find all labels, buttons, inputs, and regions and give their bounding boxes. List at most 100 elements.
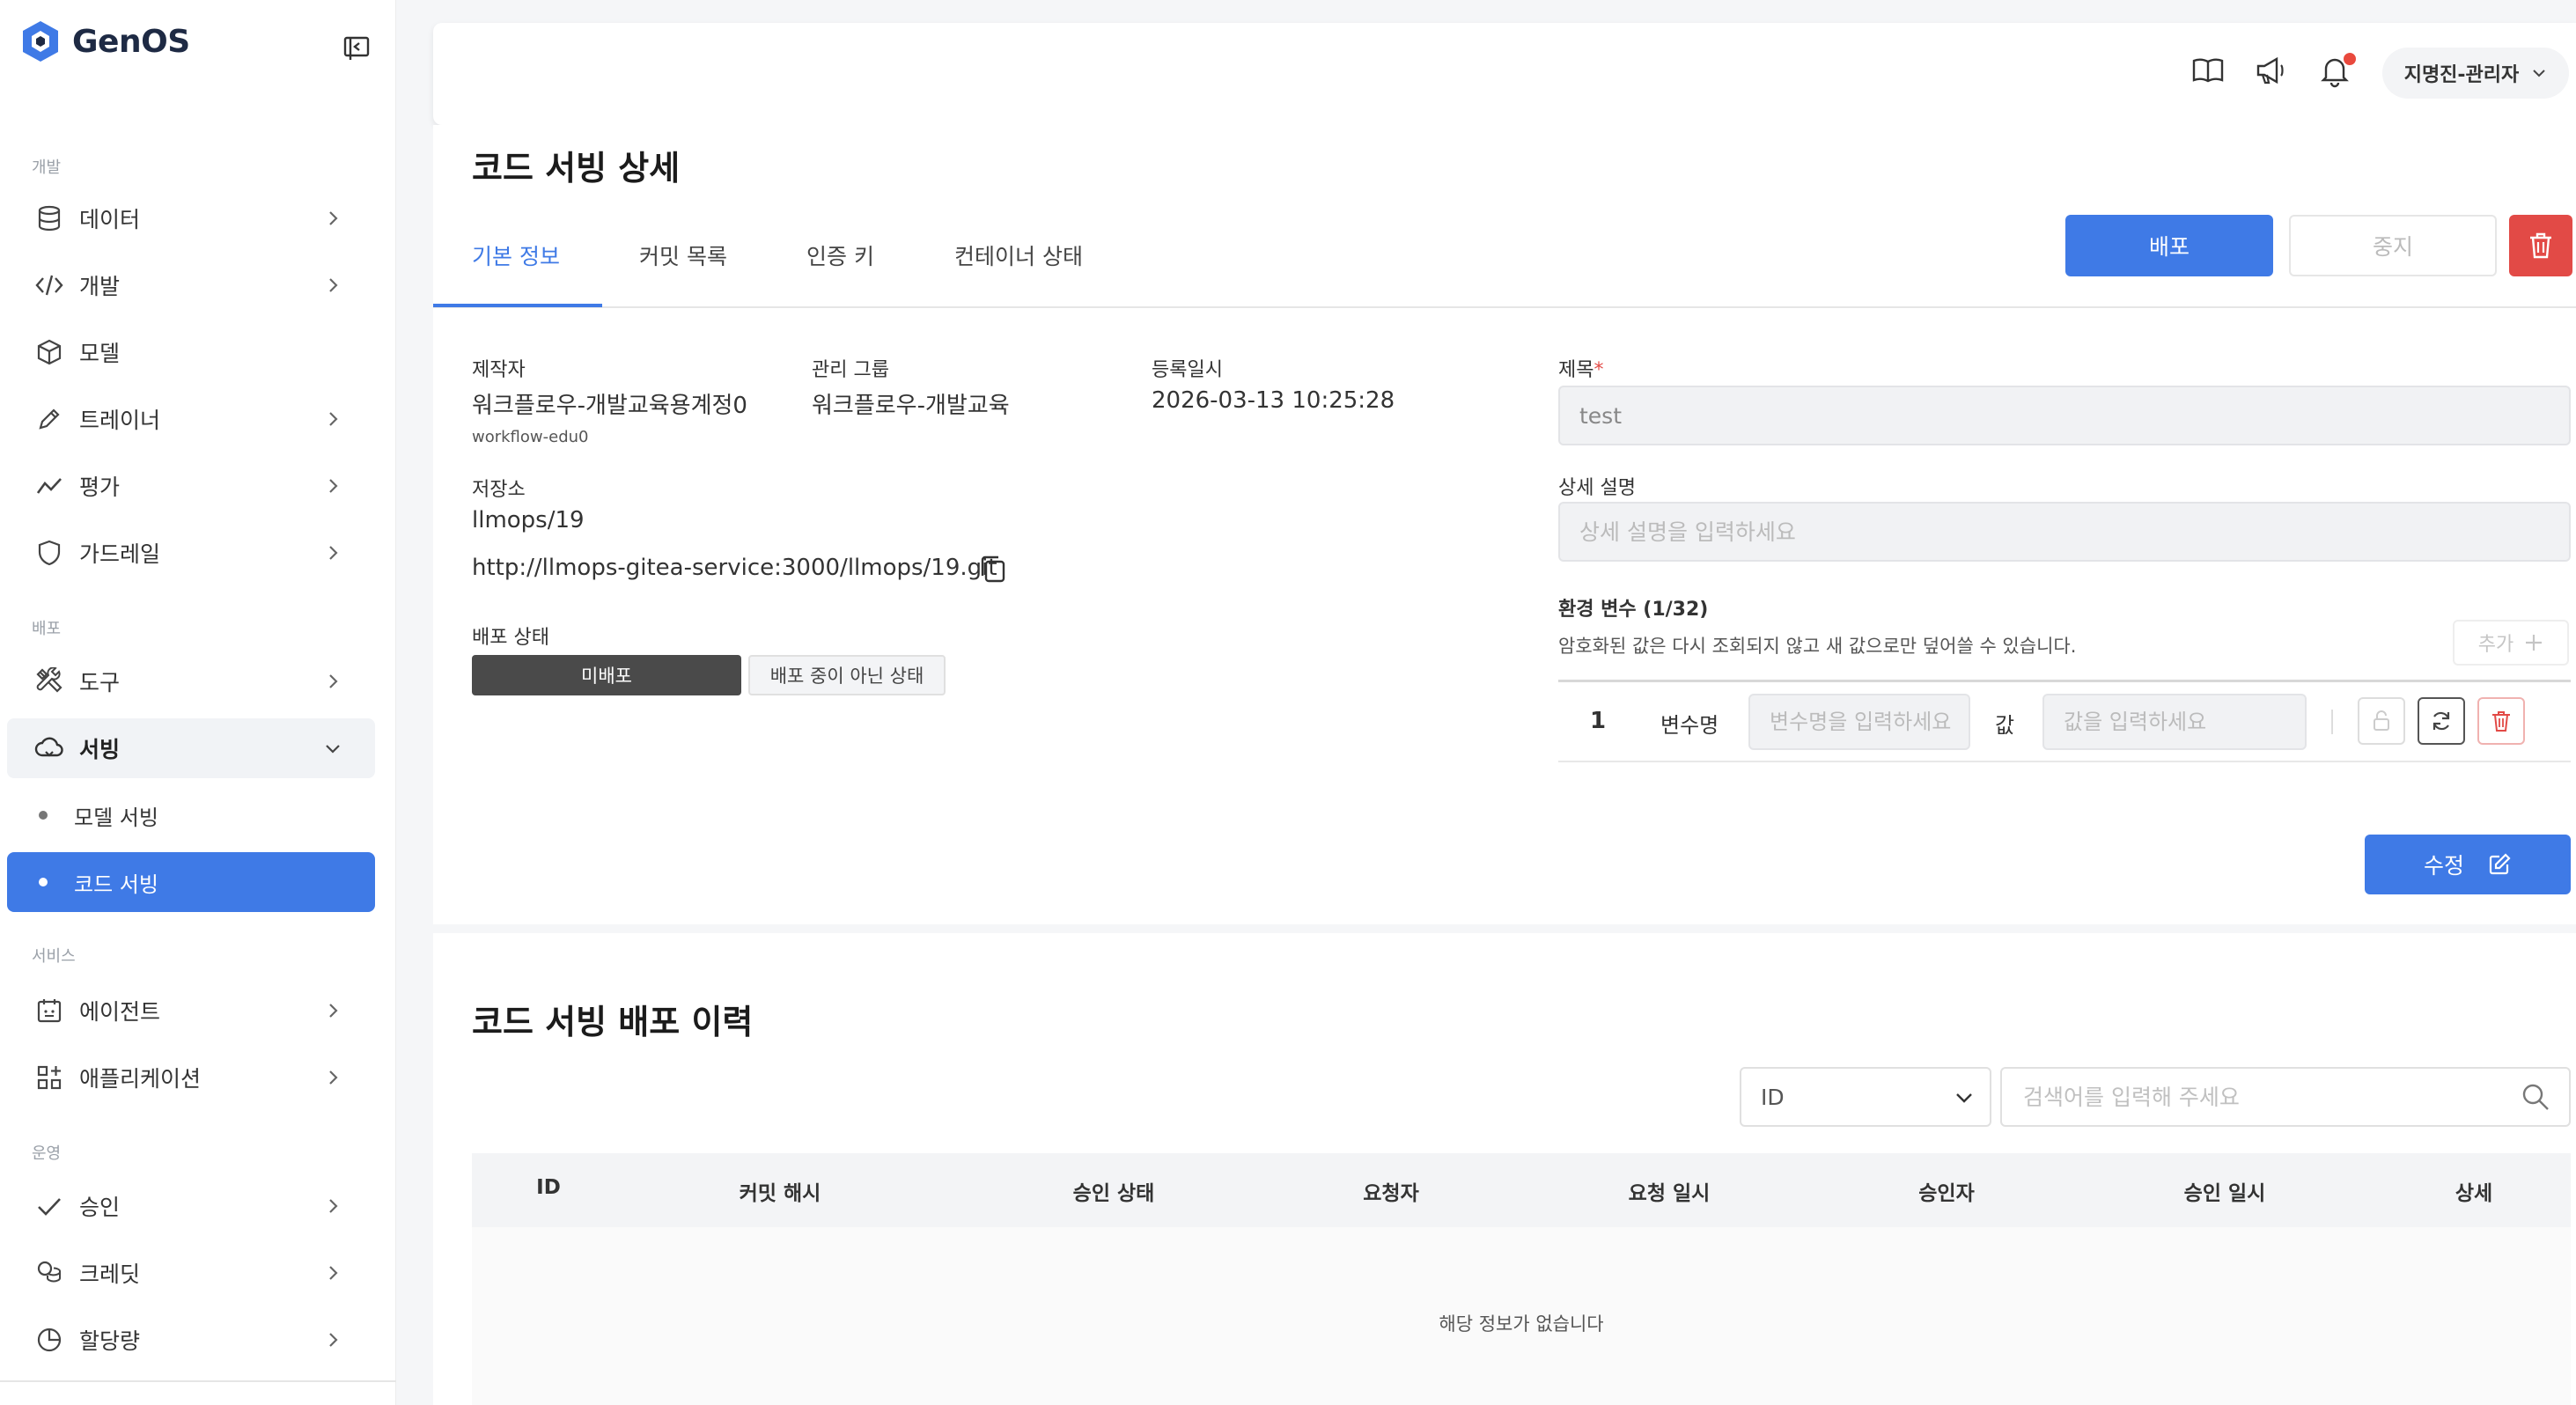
- trash-icon: [2530, 232, 2551, 259]
- env-table-top-border: [1558, 680, 2571, 682]
- bullet-icon: [39, 878, 48, 886]
- chevron-right-icon: [329, 479, 338, 493]
- tab-basic-info[interactable]: 기본 정보: [472, 239, 560, 271]
- nav-tools[interactable]: 도구: [7, 651, 375, 711]
- nav-sub-code-serving[interactable]: 코드 서빙: [7, 852, 375, 912]
- empty-state-text: 해당 정보가 없습니다: [1439, 1313, 1604, 1335]
- col-id[interactable]: ID: [536, 1176, 561, 1199]
- pencil-icon: [33, 403, 65, 435]
- copy-icon[interactable]: [977, 553, 1009, 585]
- repo-value: llmops/19: [472, 507, 585, 533]
- chevron-right-icon: [329, 1199, 338, 1213]
- stop-button[interactable]: 중지: [2289, 215, 2497, 276]
- collapse-sidebar-icon[interactable]: [342, 33, 372, 63]
- shield-icon: [33, 537, 65, 569]
- col-commit-hash[interactable]: 커밋 해시: [740, 1176, 821, 1206]
- user-menu-button[interactable]: 지명진-관리자: [2382, 48, 2569, 99]
- description-input[interactable]: [1558, 502, 2571, 562]
- chevron-down-icon: [2533, 70, 2545, 77]
- encrypt-button[interactable]: [2358, 697, 2405, 745]
- section-ops: 운영: [32, 1144, 62, 1163]
- chevron-right-icon: [329, 674, 338, 688]
- nav-develop[interactable]: 개발: [7, 255, 375, 315]
- chevron-down-icon: [326, 745, 340, 754]
- history-search-input[interactable]: [2000, 1067, 2571, 1127]
- nav-application[interactable]: 애플리케이션: [7, 1048, 375, 1107]
- group-value: 워크플로우-개발교육: [812, 393, 1010, 419]
- env-label: 환경 변수 (1/32): [1558, 599, 1709, 621]
- var-value-label: 값: [1995, 713, 2015, 738]
- pie-chart-icon: [33, 1324, 65, 1356]
- nav-guardrail[interactable]: 가드레일: [7, 523, 375, 583]
- nav-quota[interactable]: 할당량: [7, 1310, 375, 1370]
- deploy-status-label: 배포 상태: [472, 627, 549, 649]
- nav-model[interactable]: 모델: [7, 322, 375, 382]
- tab-commits[interactable]: 커밋 목록: [639, 239, 727, 271]
- env-table-bottom-border: [1558, 761, 2571, 762]
- var-value-input[interactable]: [2042, 694, 2307, 750]
- deploy-status-badge: 미배포: [472, 655, 741, 695]
- nav-sub-model-serving[interactable]: 모델 서빙: [7, 785, 375, 845]
- tab-container-status[interactable]: 컨테이너 상태: [954, 239, 1083, 271]
- nav-agent[interactable]: 에이전트: [7, 981, 375, 1041]
- col-approver[interactable]: 승인자: [1918, 1176, 1974, 1206]
- cloud-icon: [33, 732, 65, 764]
- creator-value: 워크플로우-개발교육용계정0: [472, 393, 747, 419]
- coins-icon: [33, 1257, 65, 1289]
- chevron-right-icon: [329, 1266, 338, 1280]
- tabs-divider: [433, 306, 2576, 308]
- database-icon: [33, 202, 65, 234]
- chevron-right-icon: [329, 1070, 338, 1085]
- chevron-right-icon: [329, 412, 338, 426]
- lock-open-icon: [2374, 710, 2389, 731]
- col-requester[interactable]: 요청자: [1363, 1176, 1418, 1206]
- search-icon[interactable]: [2520, 1081, 2551, 1113]
- var-name-input[interactable]: [1748, 694, 1970, 750]
- chevron-right-icon: [329, 546, 338, 560]
- book-icon[interactable]: [2190, 53, 2226, 88]
- trash-icon: [2492, 711, 2510, 732]
- creator-id: workflow-edu0: [472, 428, 589, 446]
- nav-credit[interactable]: 크레딧: [7, 1243, 375, 1303]
- sidebar: GenOS 개발 데이터 개발 모델 트레이너 평가 가드레일 배포 도구 서빙…: [0, 0, 396, 1405]
- nav-trainer[interactable]: 트레이너: [7, 389, 375, 449]
- nav-serving[interactable]: 서빙: [7, 718, 375, 778]
- nav-eval[interactable]: 평가: [7, 456, 375, 516]
- tab-auth-key[interactable]: 인증 키: [806, 239, 874, 271]
- apps-icon: [33, 1062, 65, 1093]
- col-request-date[interactable]: 요청 일시: [1629, 1176, 1711, 1206]
- sidebar-divider: [0, 1380, 396, 1382]
- creator-label: 제작자: [472, 359, 526, 381]
- deploy-button[interactable]: 배포: [2065, 215, 2273, 276]
- date-label: 등록일시: [1152, 359, 1223, 381]
- code-icon: [33, 269, 65, 301]
- chevron-right-icon: [329, 278, 338, 292]
- section-deploy: 배포: [32, 620, 62, 638]
- megaphone-icon[interactable]: [2254, 53, 2289, 88]
- user-name: 지명진-관리자: [2403, 64, 2520, 86]
- col-approval-status[interactable]: 승인 상태: [1073, 1176, 1155, 1206]
- add-env-button[interactable]: 추가: [2453, 620, 2569, 666]
- var-name-label: 변수명: [1660, 713, 1719, 738]
- calendar-icon: [33, 995, 65, 1026]
- logo[interactable]: GenOS: [19, 19, 190, 63]
- chevron-down-icon: [1956, 1093, 1972, 1103]
- search-field-select[interactable]: ID: [1740, 1067, 1991, 1127]
- trend-icon: [33, 470, 65, 502]
- edit-button[interactable]: 수정: [2365, 835, 2571, 894]
- delete-button[interactable]: [2509, 215, 2572, 276]
- genos-logo-icon: [23, 21, 58, 62]
- tab-active-indicator: [433, 304, 602, 307]
- delete-env-button[interactable]: [2477, 697, 2525, 745]
- env-separator: [2331, 710, 2333, 734]
- nav-approval[interactable]: 승인: [7, 1176, 375, 1236]
- chevron-right-icon: [329, 1333, 338, 1347]
- col-detail[interactable]: 상세: [2455, 1176, 2492, 1206]
- col-approval-date[interactable]: 승인 일시: [2184, 1176, 2266, 1206]
- env-row-index: 1: [1590, 708, 1607, 734]
- check-icon: [33, 1190, 65, 1222]
- refresh-button[interactable]: [2418, 697, 2465, 745]
- title-input[interactable]: [1558, 386, 2571, 445]
- bullet-icon: [39, 811, 48, 820]
- nav-data[interactable]: 데이터: [7, 188, 375, 248]
